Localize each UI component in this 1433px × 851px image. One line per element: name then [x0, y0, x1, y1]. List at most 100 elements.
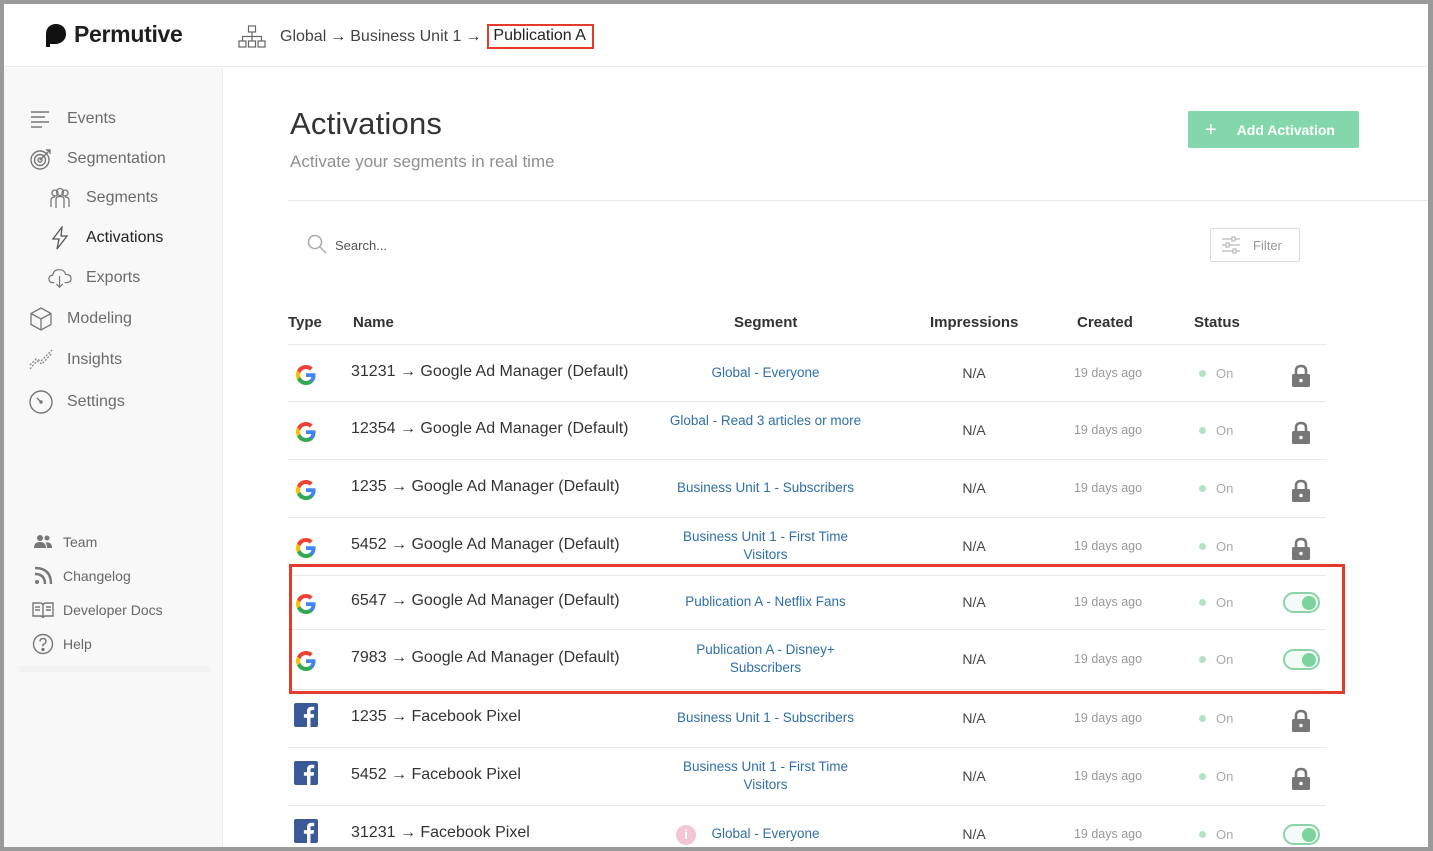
- activation-toggle[interactable]: [1283, 649, 1320, 670]
- created-value: 19 days ago: [1073, 652, 1143, 666]
- breadcrumb-separator: →: [465, 27, 482, 45]
- segment-link[interactable]: Publication A - Disney+ Subscribers: [668, 641, 863, 677]
- status-indicator: On: [1199, 481, 1233, 496]
- sidebar-item-segments[interactable]: Segments: [48, 186, 158, 210]
- column-header-type[interactable]: Type: [288, 314, 322, 331]
- created-value: 19 days ago: [1073, 827, 1143, 841]
- column-header-status[interactable]: Status: [1194, 314, 1240, 331]
- segment-link[interactable]: Business Unit 1 - Subscribers: [668, 479, 863, 497]
- impressions-value: N/A: [962, 594, 986, 610]
- sidebar-footer-label: Team: [63, 534, 98, 550]
- segment-link[interactable]: Global - Everyone: [668, 364, 863, 382]
- breadcrumb-publication[interactable]: Publication A: [487, 24, 594, 49]
- status-indicator: On: [1199, 595, 1233, 610]
- facebook-icon: [294, 819, 318, 843]
- sidebar-footer-label: Changelog: [63, 568, 131, 584]
- search-icon: [307, 234, 327, 254]
- status-label: On: [1216, 423, 1234, 438]
- table-row[interactable]: 5452 → Google Ad Manager (Default) Busine…: [288, 518, 1326, 576]
- activation-name[interactable]: 31231 → Facebook Pixel: [351, 824, 530, 842]
- impressions-value: N/A: [962, 480, 986, 496]
- google-icon: [294, 592, 318, 616]
- table-row[interactable]: 5452 → Facebook Pixel Business Unit 1 - F…: [288, 748, 1326, 806]
- activation-name[interactable]: 6547 → Google Ad Manager (Default): [351, 592, 620, 610]
- sidebar-item-label: Segmentation: [67, 150, 166, 167]
- status-dot: [1199, 715, 1206, 722]
- sidebar-footer-team[interactable]: Team: [32, 531, 97, 553]
- impressions-value: N/A: [962, 422, 986, 438]
- google-icon: [294, 536, 318, 560]
- status-indicator: On: [1199, 769, 1233, 784]
- status-indicator: On: [1199, 366, 1233, 381]
- main-content: Activations Activate your segments in re…: [224, 68, 1428, 847]
- breadcrumb-business-unit[interactable]: Business Unit 1: [350, 28, 461, 46]
- activation-name[interactable]: 12354 → Google Ad Manager (Default): [351, 420, 629, 438]
- column-header-name[interactable]: Name: [353, 314, 394, 331]
- sidebar-footer-developer-docs[interactable]: Developer Docs: [32, 599, 163, 621]
- sidebar-item-segmentation[interactable]: Segmentation: [28, 146, 166, 172]
- table-row[interactable]: 1235 → Google Ad Manager (Default) Busine…: [288, 460, 1326, 518]
- filter-sliders-icon: [1222, 236, 1240, 254]
- column-header-segment[interactable]: Segment: [734, 314, 797, 331]
- add-activation-label: Add Activation: [1236, 121, 1335, 138]
- activation-name[interactable]: 5452 → Facebook Pixel: [351, 766, 521, 784]
- impressions-value: N/A: [962, 826, 986, 842]
- toggle-knob: [1302, 653, 1316, 667]
- sidebar-footer-help[interactable]: Help: [32, 633, 92, 655]
- sidebar: Events Segmentation Segments Activations…: [4, 68, 223, 847]
- hierarchy-icon: [238, 24, 266, 48]
- segment-link[interactable]: Publication A - Netflix Fans: [668, 593, 863, 611]
- rss-icon: [34, 566, 53, 585]
- status-label: On: [1216, 539, 1234, 554]
- activation-name[interactable]: 1235 → Facebook Pixel: [351, 708, 521, 726]
- impressions-value: N/A: [962, 710, 986, 726]
- activation-name[interactable]: 31231 → Google Ad Manager (Default): [351, 363, 629, 381]
- segment-link[interactable]: Global - Read 3 articles or more: [668, 412, 863, 430]
- activation-toggle[interactable]: [1283, 592, 1320, 613]
- sidebar-item-activations[interactable]: Activations: [48, 226, 163, 250]
- sidebar-footer-changelog[interactable]: Changelog: [32, 565, 131, 587]
- google-icon: [294, 363, 318, 387]
- table-row[interactable]: 31231 → Google Ad Manager (Default) Globa…: [288, 346, 1326, 402]
- sidebar-item-settings[interactable]: Settings: [28, 389, 125, 415]
- segment-link[interactable]: Business Unit 1 - Subscribers: [668, 709, 863, 727]
- sidebar-item-events[interactable]: Events: [28, 106, 116, 132]
- table-row[interactable]: 31231 → Facebook Pixel i Global - Everyone…: [288, 806, 1326, 847]
- cloud-download-icon: [48, 269, 72, 289]
- table-row[interactable]: 1235 → Facebook Pixel Business Unit 1 - S…: [288, 690, 1326, 748]
- status-indicator: On: [1199, 827, 1233, 842]
- breadcrumb-global[interactable]: Global: [280, 28, 326, 46]
- logo[interactable]: Permutive: [44, 21, 183, 48]
- sidebar-item-exports[interactable]: Exports: [48, 266, 140, 290]
- add-activation-button[interactable]: + Add Activation: [1188, 111, 1359, 148]
- filter-button[interactable]: Filter: [1210, 228, 1300, 262]
- sidebar-item-modeling[interactable]: Modeling: [28, 306, 132, 332]
- table-row[interactable]: 12354 → Google Ad Manager (Default) Globa…: [288, 402, 1326, 460]
- permutive-logo-icon: [46, 23, 66, 47]
- sidebar-item-label: Events: [67, 110, 116, 127]
- activation-name[interactable]: 5452 → Google Ad Manager (Default): [351, 536, 620, 554]
- toggle-knob: [1302, 828, 1316, 842]
- lock-icon: [1291, 537, 1311, 561]
- logo-text: Permutive: [74, 21, 183, 47]
- people-icon: [50, 187, 70, 208]
- sidebar-item-insights[interactable]: Insights: [28, 347, 122, 373]
- segment-link[interactable]: Business Unit 1 - First Time Visitors: [668, 758, 863, 794]
- created-value: 19 days ago: [1073, 769, 1143, 783]
- column-header-impressions[interactable]: Impressions: [930, 314, 1018, 331]
- app-window: Permutive Global → Business Unit 1 → Pub…: [4, 4, 1428, 847]
- search-input[interactable]: [335, 234, 835, 256]
- status-label: On: [1216, 711, 1234, 726]
- status-dot: [1199, 370, 1206, 377]
- activation-toggle[interactable]: [1283, 824, 1320, 845]
- segment-link[interactable]: Global - Everyone: [668, 825, 863, 843]
- activation-name[interactable]: 1235 → Google Ad Manager (Default): [351, 478, 620, 496]
- status-label: On: [1216, 595, 1234, 610]
- column-header-created[interactable]: Created: [1077, 314, 1133, 331]
- events-icon: [31, 111, 49, 128]
- segment-link[interactable]: Business Unit 1 - First Time Visitors: [668, 528, 863, 564]
- activation-name[interactable]: 7983 → Google Ad Manager (Default): [351, 649, 620, 667]
- table-row[interactable]: 6547 → Google Ad Manager (Default) Public…: [288, 576, 1326, 630]
- table-row[interactable]: 7983 → Google Ad Manager (Default) Public…: [288, 630, 1326, 690]
- sidebar-item-label: Settings: [67, 393, 125, 410]
